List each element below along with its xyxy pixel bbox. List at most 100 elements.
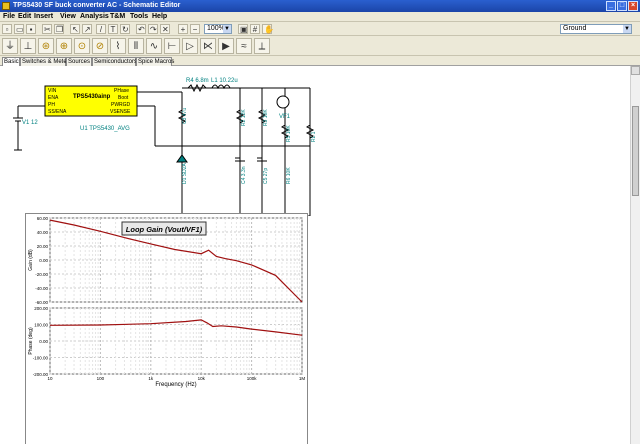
resistor-icon: ⌇ <box>115 41 121 52</box>
window-title: TPS5430 SF buck converter AC - Schematic… <box>13 2 181 9</box>
scissors-icon: ✂ <box>44 25 51 34</box>
voltage-source-button[interactable]: ⊛ <box>38 38 54 54</box>
fit-button[interactable]: ▣ <box>238 24 248 34</box>
switch-button[interactable]: ⊢ <box>164 38 180 54</box>
select-all-button[interactable]: ↗ <box>82 24 92 34</box>
capacitor-button[interactable]: ⫴ <box>128 38 144 54</box>
transistor-button[interactable]: ⋉ <box>200 38 216 54</box>
y-tick-label: -40.00 <box>35 286 48 291</box>
tab-sources[interactable]: Sources <box>66 57 92 66</box>
tab-switches-meters[interactable]: Switches & Meters <box>20 57 72 66</box>
battery-icon: ⊥ <box>23 41 33 52</box>
new-file-button[interactable]: ▫ <box>2 24 12 34</box>
layer-select[interactable]: Ground ▼ <box>560 24 632 34</box>
opamp-button[interactable]: ▶ <box>218 38 234 54</box>
voltage-source-icon: ⊛ <box>41 41 51 52</box>
undo-button[interactable]: ↶ <box>136 24 146 34</box>
y-tick-label: 20.00 <box>37 244 49 249</box>
y-tick-label: -100.00 <box>33 356 49 361</box>
component-tabs: Basic Switches & Meters Sources Semicond… <box>0 56 640 66</box>
label-l1: L1 10.22u <box>211 78 238 84</box>
menu-insert[interactable]: Insert <box>34 13 53 20</box>
close-button[interactable]: × <box>628 1 638 11</box>
y-tick-label: 100.00 <box>34 323 48 328</box>
ic-pin-pwrgd: PWRGD <box>111 102 131 108</box>
menu-analysis[interactable]: Analysis <box>80 13 109 20</box>
zoom-out-button[interactable]: − <box>190 24 200 34</box>
tab-semiconductors[interactable]: Semiconductors <box>92 57 137 66</box>
vf1-meter[interactable] <box>276 95 290 109</box>
loop-gain-window[interactable]: 60.00 40.00 20.00 0.00 -20.00 -40.00 -60.00 20… <box>25 213 308 444</box>
open-button[interactable]: ▭ <box>14 24 24 34</box>
gain-tick-labels: 60.00 40.00 20.00 0.00 -20.00 -40.00 -60.00 <box>35 216 48 305</box>
battery-component-button[interactable]: ⊥ <box>20 38 36 54</box>
x-tick-label: 1M <box>299 376 306 381</box>
redo-button[interactable]: ↷ <box>148 24 158 34</box>
grid-icon: # <box>252 25 258 34</box>
grid-button[interactable]: # <box>250 24 260 34</box>
cursor-icon: ↗ <box>84 25 91 34</box>
current-source-button[interactable]: ⊕ <box>56 38 72 54</box>
probe-button[interactable]: ⟂ <box>254 38 270 54</box>
ground-component-button[interactable]: ⏚ <box>2 38 18 54</box>
scroll-thumb[interactable] <box>632 106 639 196</box>
tab-spice-macros[interactable]: Spice Macros <box>136 57 174 66</box>
menu-tm[interactable]: T&M <box>110 13 125 20</box>
menu-edit[interactable]: Edit <box>18 13 31 20</box>
resistor-button[interactable]: ⌇ <box>110 38 126 54</box>
diode-d1[interactable] <box>176 154 188 163</box>
zoom-in-button[interactable]: + <box>178 24 188 34</box>
meter-button[interactable]: ⊘ <box>92 38 108 54</box>
y-tick-label: 60.00 <box>37 216 49 221</box>
transformer-button[interactable]: ≈ <box>236 38 252 54</box>
zoom-icon: + <box>180 25 186 34</box>
inductor-button[interactable]: ∿ <box>146 38 162 54</box>
y-tick-label: -60.00 <box>35 300 48 305</box>
fit-icon: ▣ <box>240 25 248 34</box>
title-bar: TPS5430 SF buck converter AC - Schematic… <box>0 0 640 12</box>
menu-help[interactable]: Help <box>152 13 167 20</box>
components-toolbar: ⏚ ⊥ ⊛ ⊕ ⊙ ⊘ ⌇ ⫴ ∿ ⊢ ▷ ⋉ ▶ ≈ ⟂ <box>0 36 640 56</box>
label-r6: R6 10K <box>286 167 292 184</box>
arrow-icon: ↖ <box>72 25 79 34</box>
capacitor-icon: ⫴ <box>133 41 139 52</box>
save-icon: ▪ <box>29 25 33 34</box>
tab-basic[interactable]: Basic <box>2 57 20 66</box>
rotate-button[interactable]: ↻ <box>120 24 130 34</box>
select-tool-button[interactable]: ↖ <box>70 24 80 34</box>
minimize-button[interactable]: _ <box>606 1 616 11</box>
ic-label: U1 TPS5430_AVG <box>80 126 130 132</box>
vertical-scrollbar[interactable] <box>630 66 640 444</box>
battery-symbol[interactable] <box>13 105 45 151</box>
menu-tools[interactable]: Tools <box>130 13 148 20</box>
scroll-up-button[interactable] <box>631 66 640 75</box>
text-tool-button[interactable]: T <box>108 24 118 34</box>
menu-file[interactable]: File <box>3 13 15 20</box>
ac-source-button[interactable]: ⊙ <box>74 38 90 54</box>
copy-button[interactable]: ❐ <box>54 24 64 34</box>
ic-pin-boot: Boot <box>118 95 129 101</box>
gain-ylabel: Gain (dB) <box>28 249 34 271</box>
wire-tool-button[interactable]: / <box>96 24 106 34</box>
hand-button[interactable]: ✋ <box>262 24 274 34</box>
label-c3: C3 47u <box>182 108 188 124</box>
save-button[interactable]: ▪ <box>26 24 36 34</box>
zoom-select[interactable]: 100% ▼ <box>204 24 232 34</box>
x-tick-label: 10 <box>47 376 53 381</box>
chart-title: Loop Gain (Vout/VF1) <box>126 225 203 234</box>
diode-button[interactable]: ▷ <box>182 38 198 54</box>
y-tick-label: -20.00 <box>35 272 48 277</box>
schematic-canvas[interactable]: V1 12 TPS5430ainp VIN ENA PH SS/ENA PHas… <box>0 66 630 444</box>
cut-button[interactable]: ✂ <box>42 24 52 34</box>
delete-button[interactable]: ✕ <box>160 24 170 34</box>
maximize-button[interactable]: □ <box>617 1 627 11</box>
x-tick-label: 10k <box>198 376 206 381</box>
transformer-icon: ≈ <box>241 41 247 52</box>
ic-pin-ph: PH <box>48 102 55 108</box>
y-tick-label: -200.00 <box>33 372 49 377</box>
bode-plot: 60.00 40.00 20.00 0.00 -20.00 -40.00 -60.00 20… <box>28 216 306 388</box>
y-tick-label: 40.00 <box>37 230 49 235</box>
meter-icon: ⊘ <box>95 41 105 52</box>
menu-view[interactable]: View <box>60 13 76 20</box>
redo-icon: ↷ <box>150 25 157 34</box>
